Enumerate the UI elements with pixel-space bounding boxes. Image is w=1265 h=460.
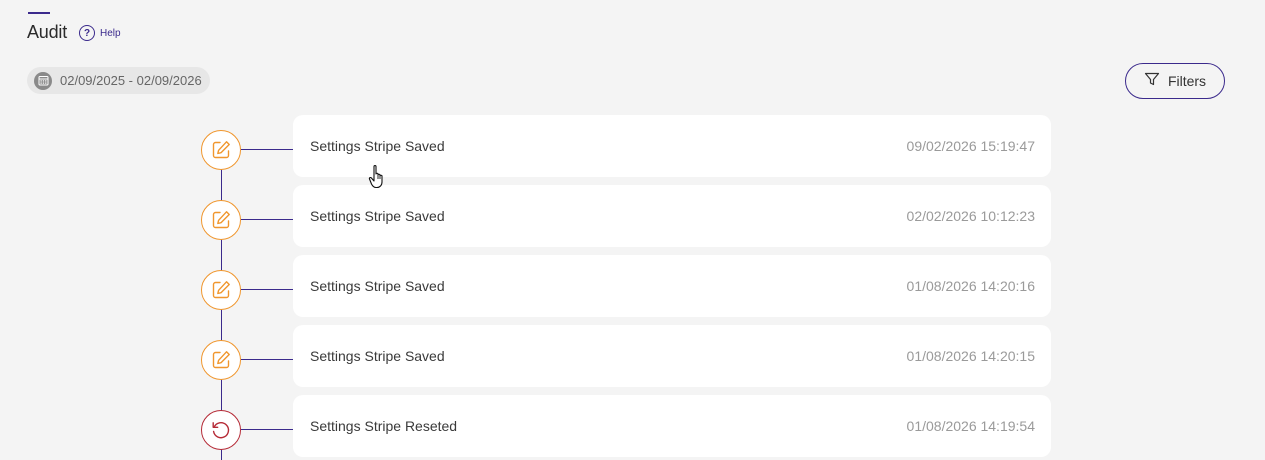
hand-pointer-cursor <box>368 164 388 195</box>
entry-timestamp: 01/08/2026 14:20:15 <box>906 348 1035 364</box>
entry-title: Settings Stripe Reseted <box>310 418 458 434</box>
audit-page: Audit ? Help 02/09/2025 - 02/09/2026 Fil… <box>0 0 1265 460</box>
timeline-entry: Settings Stripe Saved 01/08/2026 14:20:1… <box>0 325 1265 387</box>
entry-title: Settings Stripe Saved <box>310 208 445 224</box>
entry-connector <box>241 289 293 290</box>
entry-timestamp: 01/08/2026 14:19:54 <box>906 418 1035 434</box>
timeline-entry: Settings Stripe Reseted 01/08/2026 14:19… <box>0 395 1265 457</box>
entry-connector <box>241 149 293 150</box>
edit-icon <box>201 200 241 240</box>
audit-entry-card[interactable]: Settings Stripe Saved 09/02/2026 15:19:4… <box>293 115 1051 177</box>
reset-icon <box>201 410 241 450</box>
audit-entry-card[interactable]: Settings Stripe Saved 01/08/2026 14:20:1… <box>293 325 1051 387</box>
entry-title: Settings Stripe Saved <box>310 348 445 364</box>
audit-entry-card[interactable]: Settings Stripe Saved 02/02/2026 10:12:2… <box>293 185 1051 247</box>
entry-timestamp: 01/08/2026 14:20:16 <box>906 278 1035 294</box>
audit-entry-card[interactable]: Settings Stripe Saved 01/08/2026 14:20:1… <box>293 255 1051 317</box>
timeline-entry: Settings Stripe Saved 09/02/2026 15:19:4… <box>0 115 1265 177</box>
edit-icon <box>201 270 241 310</box>
timeline-entry: Settings Stripe Saved 02/02/2026 10:12:2… <box>0 185 1265 247</box>
edit-icon <box>201 340 241 380</box>
entry-connector <box>241 219 293 220</box>
entry-title: Settings Stripe Saved <box>310 138 445 154</box>
entry-timestamp: 09/02/2026 15:19:47 <box>906 138 1035 154</box>
entry-connector <box>241 359 293 360</box>
edit-icon <box>201 130 241 170</box>
entry-connector <box>241 429 293 430</box>
entry-timestamp: 02/02/2026 10:12:23 <box>906 208 1035 224</box>
timeline-entry: Settings Stripe Saved 01/08/2026 14:20:1… <box>0 255 1265 317</box>
entry-title: Settings Stripe Saved <box>310 278 445 294</box>
audit-entry-card[interactable]: Settings Stripe Reseted 01/08/2026 14:19… <box>293 395 1051 457</box>
audit-timeline: Settings Stripe Saved 09/02/2026 15:19:4… <box>0 0 1265 460</box>
